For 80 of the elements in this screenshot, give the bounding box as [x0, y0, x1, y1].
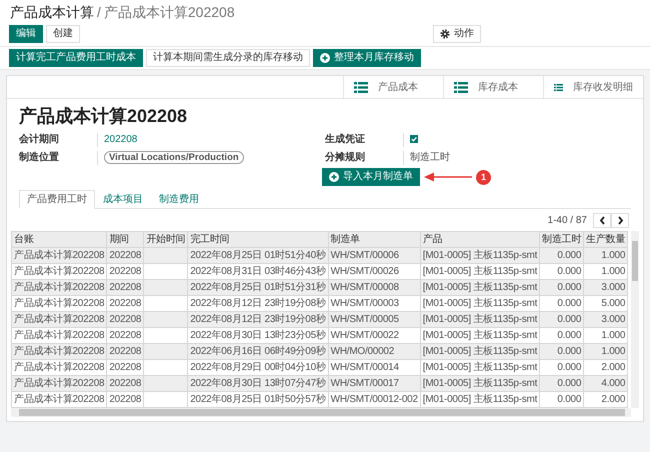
table-cell: [M01-0005] 主板1135p-smt: [420, 376, 540, 392]
table-cell: WH/SMT/00006: [328, 248, 420, 264]
table-cell: 产品成本计算202208: [12, 280, 107, 296]
column-header[interactable]: 期间: [106, 232, 144, 248]
table-cell: WH/MO/00002: [328, 344, 420, 360]
table-cell: 2022年08月12日 23时19分08秒: [188, 312, 328, 328]
import-button[interactable]: 导入本月制造单: [322, 168, 420, 186]
table-cell: 2022年08月30日 13时07分47秒: [188, 376, 328, 392]
pager-range: 1-40 / 87: [548, 214, 587, 226]
table-cell: 产品成本计算202208: [12, 312, 107, 328]
list-icon: [554, 82, 563, 92]
next-page-button[interactable]: [611, 212, 629, 228]
callout-arrow: [424, 171, 472, 183]
header-button[interactable]: 计算本期间需生成分录的库存移动: [146, 49, 310, 67]
tab[interactable]: 制造费用: [151, 190, 207, 209]
table-cell: WH/SMT/00017: [328, 376, 420, 392]
location-tag[interactable]: Virtual Locations/Production: [104, 151, 244, 164]
table-cell: 1.000: [584, 248, 628, 264]
previous-page-button[interactable]: [593, 212, 611, 228]
column-header[interactable]: 制造单: [328, 232, 420, 248]
field-label: 生成凭证: [325, 133, 366, 147]
breadcrumb-separator: /: [97, 4, 101, 21]
field-label: 制造位置: [19, 151, 60, 165]
plus-circle-icon: [329, 172, 339, 182]
column-header[interactable]: 生产数量: [584, 232, 628, 248]
tab[interactable]: 产品费用工时: [19, 190, 95, 209]
table-cell: 0.000: [540, 376, 584, 392]
field-link[interactable]: 202208: [104, 134, 138, 145]
edit-button[interactable]: 编辑: [9, 25, 43, 43]
field-value: 制造工时: [410, 152, 450, 163]
chevron-right-icon: [616, 216, 624, 224]
table-cell: 0.000: [540, 344, 584, 360]
table-cell: [M01-0005] 主板1135p-smt: [420, 248, 540, 264]
vertical-scrollbar[interactable]: [631, 231, 639, 408]
list-icon: [354, 82, 368, 92]
table-cell: WH/SMT/00005: [328, 312, 420, 328]
column-header[interactable]: 台账: [12, 232, 107, 248]
table-cell: 2022年08月25日 01时51分40秒: [188, 248, 328, 264]
tab[interactable]: 成本项目: [95, 190, 151, 209]
table-cell: 3.000: [584, 280, 628, 296]
breadcrumb-current: 产品成本计算202208: [104, 4, 235, 21]
create-button[interactable]: 创建: [46, 25, 80, 43]
table-cell: 0.000: [540, 312, 584, 328]
settings-icon: [440, 29, 450, 39]
header-button[interactable]: 整理本月库存移动: [313, 49, 421, 67]
column-header[interactable]: 开始时间: [144, 232, 188, 248]
table-cell: 2022年06月16日 06时49分09秒: [188, 344, 328, 360]
table-cell: 202208: [106, 312, 144, 328]
table-cell: [M01-0005] 主板1135p-smt: [420, 344, 540, 360]
table-cell: WH/SMT/00008: [328, 280, 420, 296]
table-cell: 0.000: [540, 248, 584, 264]
table-cell: 产品成本计算202208: [12, 344, 107, 360]
chevron-left-icon: [598, 216, 606, 224]
callout-badge: 1: [476, 170, 491, 184]
table-cell: 0.000: [540, 280, 584, 296]
table-cell: 202208: [106, 248, 144, 264]
column-header[interactable]: 产品: [420, 232, 540, 248]
checkbox[interactable]: [410, 135, 418, 144]
plus-circle-icon: [320, 53, 330, 63]
record-title: 产品成本计算202208: [19, 105, 188, 127]
column-header[interactable]: 完工时间: [188, 232, 328, 248]
action-menu-button[interactable]: 动作: [433, 25, 481, 43]
header-button[interactable]: 计算完工产品费用工时成本: [9, 49, 143, 67]
field-label: 分摊规则: [325, 151, 366, 165]
table-cell: 产品成本计算202208: [12, 248, 107, 264]
table-cell: 202208: [106, 344, 144, 360]
column-header[interactable]: 制造工时: [540, 232, 584, 248]
table-cell: 2022年08月25日 01时51分31秒: [188, 280, 328, 296]
horizontal-scrollbar[interactable]: [11, 408, 631, 417]
field-label: 会计期间: [19, 133, 60, 147]
table-cell: 3.000: [584, 312, 628, 328]
list-icon: [454, 82, 468, 92]
table-cell: [M01-0005] 主板1135p-smt: [420, 312, 540, 328]
table-cell: 1.000: [584, 344, 628, 360]
breadcrumb-link[interactable]: 产品成本计算: [10, 4, 94, 21]
table-cell: 4.000: [584, 376, 628, 392]
table-cell: 产品成本计算202208: [12, 376, 107, 392]
table-cell: 202208: [106, 376, 144, 392]
table-cell: 202208: [106, 280, 144, 296]
table-cell: [M01-0005] 主板1135p-smt: [420, 280, 540, 296]
